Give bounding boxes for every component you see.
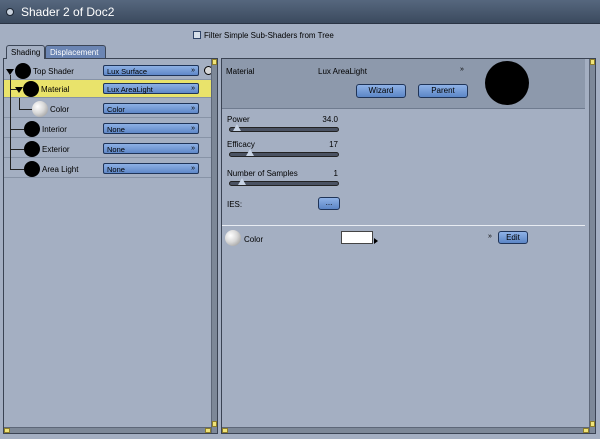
material-dropdown[interactable]: Lux AreaLight» bbox=[103, 83, 199, 94]
title-bar: Shader 2 of Doc2 bbox=[0, 0, 600, 24]
tree-connector bbox=[19, 98, 20, 109]
scroll-thumb[interactable] bbox=[583, 428, 589, 433]
shader-ball-icon bbox=[24, 121, 40, 137]
tree-node-label: Color bbox=[50, 105, 70, 114]
samples-label: Number of Samples bbox=[227, 169, 298, 178]
scroll-thumb[interactable] bbox=[590, 59, 595, 65]
color-swatch[interactable] bbox=[341, 231, 373, 244]
tree-node-label: Material bbox=[41, 85, 70, 94]
material-label: Material bbox=[226, 67, 255, 76]
ies-browse-button[interactable]: ... bbox=[318, 197, 340, 210]
shader-ball-icon bbox=[23, 81, 39, 97]
tree-vertical-scrollbar[interactable] bbox=[211, 59, 217, 433]
scroll-thumb[interactable] bbox=[590, 421, 595, 427]
scroll-thumb[interactable] bbox=[222, 428, 228, 433]
tree-row-top-shader[interactable]: Top Shader Lux Surface» bbox=[4, 62, 213, 80]
efficacy-label: Efficacy bbox=[227, 140, 255, 149]
shader-ball-icon bbox=[15, 63, 31, 79]
material-preview bbox=[485, 61, 529, 105]
tree-connector bbox=[10, 98, 11, 118]
params-vertical-scrollbar[interactable] bbox=[589, 59, 595, 433]
tree-row-material[interactable]: Material Lux AreaLight» bbox=[4, 75, 212, 98]
chevron-down-icon: » bbox=[191, 67, 195, 74]
shader-ball-icon bbox=[24, 161, 40, 177]
material-params-panel: Material Lux AreaLight » Wizard Parent P… bbox=[221, 58, 596, 434]
samples-slider[interactable] bbox=[229, 178, 339, 186]
color-dropdown[interactable]: Color» bbox=[103, 103, 199, 114]
chevron-down-icon[interactable]: » bbox=[460, 66, 464, 73]
tree-row-interior[interactable]: Interior None» bbox=[4, 118, 212, 138]
scroll-thumb[interactable] bbox=[212, 59, 217, 65]
material-type[interactable]: Lux AreaLight bbox=[318, 67, 367, 76]
wizard-button[interactable]: Wizard bbox=[356, 84, 406, 98]
tree-row-color[interactable]: Color Color» bbox=[4, 98, 212, 118]
tree-connector bbox=[10, 138, 11, 158]
tree-node-label: Area Light bbox=[42, 165, 79, 174]
color-ball-icon bbox=[32, 101, 48, 117]
power-value[interactable]: 34.0 bbox=[302, 115, 338, 124]
scroll-thumb[interactable] bbox=[4, 428, 10, 433]
color-label: Color bbox=[244, 235, 264, 244]
expand-triangle-icon[interactable] bbox=[15, 87, 23, 93]
chevron-down-icon: » bbox=[191, 165, 195, 172]
parent-button[interactable]: Parent bbox=[418, 84, 468, 98]
efficacy-value[interactable]: 17 bbox=[302, 140, 338, 149]
exterior-dropdown[interactable]: None» bbox=[103, 143, 199, 154]
slider-knob[interactable] bbox=[233, 124, 242, 131]
tree-node-label: Interior bbox=[42, 125, 67, 134]
tab-shading[interactable]: Shading bbox=[6, 45, 45, 59]
slider-knob[interactable] bbox=[246, 149, 255, 156]
section-divider bbox=[222, 225, 585, 226]
tree-connector bbox=[10, 169, 24, 170]
power-slider[interactable] bbox=[229, 124, 339, 132]
chevron-down-icon[interactable]: » bbox=[488, 233, 492, 240]
material-header: Material Lux AreaLight » Wizard Parent bbox=[222, 59, 585, 109]
tab-displacement[interactable]: Displacement bbox=[45, 45, 106, 59]
shader-tree-panel: Top Shader Lux Surface» Material Lux Are… bbox=[3, 58, 218, 434]
slider-knob[interactable] bbox=[237, 178, 246, 185]
tree-connector bbox=[10, 149, 24, 150]
color-edit-button[interactable]: Edit bbox=[498, 231, 528, 244]
tree-connector bbox=[10, 158, 11, 169]
power-label: Power bbox=[227, 115, 250, 124]
tree-horizontal-scrollbar[interactable] bbox=[4, 427, 211, 433]
window-title: Shader 2 of Doc2 bbox=[21, 5, 115, 19]
samples-value[interactable]: 1 bbox=[302, 169, 338, 178]
chevron-down-icon: » bbox=[191, 105, 195, 112]
chevron-down-icon: » bbox=[191, 85, 195, 92]
chevron-down-icon: » bbox=[191, 125, 195, 132]
tree-connector bbox=[10, 75, 11, 98]
tree-connector bbox=[11, 89, 17, 90]
area-light-dropdown[interactable]: None» bbox=[103, 163, 199, 174]
color-ball-icon bbox=[225, 230, 241, 246]
close-icon[interactable] bbox=[6, 8, 14, 16]
tree-row-exterior[interactable]: Exterior None» bbox=[4, 138, 212, 158]
shader-ball-icon bbox=[24, 141, 40, 157]
efficacy-slider[interactable] bbox=[229, 149, 339, 157]
filter-checkbox[interactable] bbox=[193, 31, 201, 39]
chevron-down-icon: » bbox=[191, 145, 195, 152]
scroll-thumb[interactable] bbox=[205, 428, 211, 433]
ies-label: IES: bbox=[227, 200, 243, 209]
tree-connector bbox=[10, 118, 11, 138]
filter-label: Filter Simple Sub-Shaders from Tree bbox=[204, 30, 334, 40]
filter-row[interactable]: Filter Simple Sub-Shaders from Tree bbox=[193, 29, 334, 41]
tree-connector bbox=[10, 129, 24, 130]
scroll-thumb[interactable] bbox=[212, 421, 217, 427]
tree-node-label: Exterior bbox=[42, 145, 70, 154]
params-horizontal-scrollbar[interactable] bbox=[222, 427, 589, 433]
tree-row-area-light[interactable]: Area Light None» bbox=[4, 158, 212, 178]
interior-dropdown[interactable]: None» bbox=[103, 123, 199, 134]
top-shader-dropdown[interactable]: Lux Surface» bbox=[103, 65, 199, 76]
tree-connector bbox=[19, 109, 32, 110]
tree-node-label: Top Shader bbox=[33, 67, 74, 76]
swatch-arrow-icon[interactable] bbox=[374, 238, 378, 244]
